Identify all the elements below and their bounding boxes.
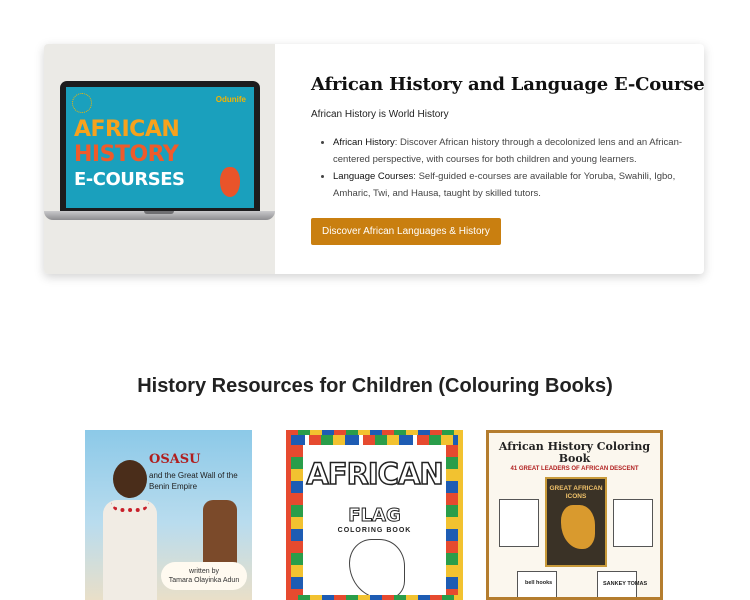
book-grid: OSASU and the Great Wall of the Benin Em… — [0, 430, 750, 600]
coral-beads — [111, 502, 149, 512]
book-subtitle: 41 GREAT LEADERS OF AFRICAN DESCENT — [510, 466, 639, 472]
screen-line-1: AFRICAN — [74, 117, 180, 142]
promo-content: African History and Language E-Courses A… — [311, 74, 704, 245]
boy-head — [113, 460, 147, 498]
screen-line-2: HISTORY — [74, 142, 179, 167]
portrait-label: SANKEY TOMAS — [603, 581, 648, 587]
laptop-display: Odunife AFRICAN HISTORY E-COURSES — [66, 87, 254, 208]
book-author: written by Tamara Olayinka Adun — [161, 562, 247, 590]
book-title: African History Coloring Book — [498, 440, 651, 465]
african-mask-icon — [220, 167, 240, 197]
book-title-word: FLAG — [348, 505, 401, 527]
book-cover-flag[interactable]: AFRICAN FLAG COLORING BOOK — [286, 430, 463, 600]
screen-brand: Odunife — [215, 95, 246, 104]
portrait-sketch — [499, 499, 539, 547]
book-title: AFRICAN — [306, 456, 445, 492]
warrior-illustration — [203, 500, 237, 570]
promo-feature-list: African History: Discover African histor… — [311, 134, 691, 202]
book-subtitle: COLORING BOOK — [337, 527, 412, 534]
boy-body — [103, 500, 157, 600]
course-laptop-image: Odunife AFRICAN HISTORY E-COURSES — [44, 44, 275, 274]
promo-card: Odunife AFRICAN HISTORY E-COURSES Africa… — [44, 44, 704, 274]
screen-line-3: E-COURSES — [74, 169, 185, 190]
africa-icons-frame: GREAT AFRICAN ICONS — [545, 477, 607, 567]
promo-title: African History and Language E-Courses — [311, 74, 704, 95]
promo-subtitle: African History is World History — [311, 109, 449, 120]
list-item-term: African History — [333, 137, 395, 148]
africa-map-icon — [561, 505, 595, 549]
flag-strip — [291, 435, 458, 445]
author-prefix: written by — [189, 568, 219, 575]
frame-label: GREAT AFRICAN ICONS — [549, 485, 603, 500]
book-cover-coloring[interactable]: African History Coloring Book 41 GREAT L… — [486, 430, 663, 600]
laptop-notch — [144, 211, 174, 214]
africa-map-icon — [349, 539, 405, 595]
list-item: Language Courses: Self-guided e-courses … — [333, 168, 691, 202]
section-heading: History Resources for Children (Colourin… — [137, 375, 613, 397]
laptop-screen: Odunife AFRICAN HISTORY E-COURSES — [60, 81, 260, 211]
book-title: OSASU — [149, 452, 201, 467]
list-item: African History: Discover African histor… — [333, 134, 691, 168]
discover-languages-button[interactable]: Discover African Languages & History — [311, 218, 501, 245]
book-cover-osasu[interactable]: OSASU and the Great Wall of the Benin Em… — [85, 430, 252, 600]
sun-pattern-icon — [72, 93, 92, 113]
author-name: Tamara Olayinka Adun — [168, 577, 240, 584]
book-subtitle: and the Great Wall of the Benin Empire — [149, 471, 238, 491]
portrait-label: bell hooks — [525, 580, 553, 586]
list-item-term: Language Courses — [333, 171, 414, 182]
portrait-sketch — [613, 499, 653, 547]
